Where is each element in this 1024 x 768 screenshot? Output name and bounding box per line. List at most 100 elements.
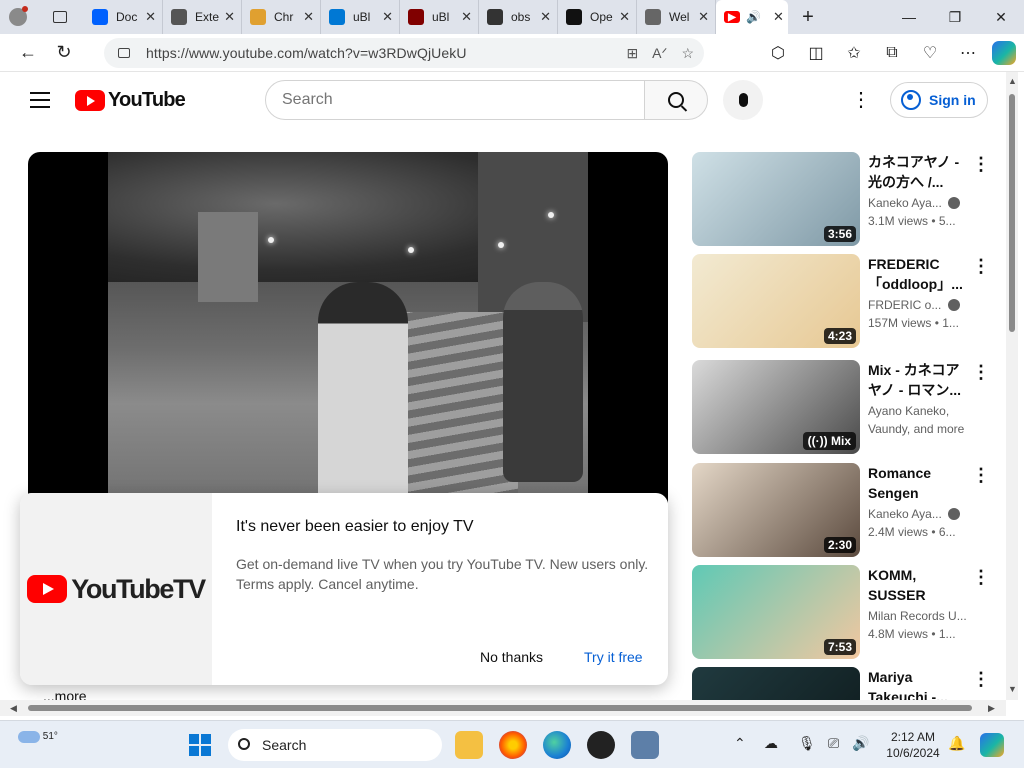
video-title[interactable]: Romance Sengen (868, 463, 968, 503)
video-title[interactable]: カネコアヤノ - 光の方へ /... (868, 152, 968, 192)
copilot-taskbar-icon[interactable] (980, 733, 1004, 757)
browser-tab[interactable]: obs ✕ (479, 0, 558, 34)
weather-widget[interactable]: 51° (18, 731, 58, 743)
network-icon[interactable]: ☁ (764, 735, 778, 752)
scroll-up-icon[interactable]: ▲ (1008, 76, 1017, 86)
read-aloud-icon[interactable]: Aᐟ (652, 45, 667, 62)
search-button[interactable] (644, 80, 708, 120)
new-tab-button[interactable]: + (788, 6, 828, 29)
remote-desktop-icon[interactable] (631, 731, 659, 759)
video-title[interactable]: Mix - カネコアヤノ - ロマン... (868, 360, 968, 400)
display-icon[interactable]: ⎚ (828, 735, 839, 752)
video-thumbnail[interactable]: 4:23 (692, 254, 860, 348)
video-player[interactable] (28, 152, 668, 512)
more-actions-icon[interactable]: ⋮ (972, 567, 990, 588)
split-screen-icon[interactable]: ◫ (802, 43, 830, 63)
close-tab-icon[interactable]: ✕ (303, 9, 314, 25)
close-tab-icon[interactable]: ✕ (540, 9, 551, 25)
search-input[interactable] (282, 91, 612, 109)
tab-title: Exte (195, 10, 220, 24)
clock[interactable]: 2:12 AM 10/6/2024 (884, 729, 942, 761)
recommendation-item[interactable]: Mariya Takeuchi -... ⋮ (692, 667, 992, 700)
channel-name[interactable]: Milan Records U... (868, 609, 968, 623)
recommendation-item[interactable]: 3:56 カネコアヤノ - 光の方へ /... Kaneko Aya... 3.1M … (692, 152, 992, 246)
minimize-button[interactable]: — (886, 0, 932, 34)
close-tab-icon[interactable]: ✕ (224, 9, 235, 25)
try-it-free-button[interactable]: Try it free (584, 649, 643, 665)
close-window-button[interactable]: ✕ (978, 0, 1024, 34)
browser-tab[interactable]: Exte ✕ (163, 0, 242, 34)
close-tab-icon[interactable]: ✕ (382, 9, 393, 25)
profile-button[interactable] (0, 0, 36, 34)
recommendation-item[interactable]: ((·)) Mix Mix - カネコアヤノ - ロマン... Ayano Kane… (692, 360, 992, 454)
url-text[interactable]: https://www.youtube.com/watch?v=w3RDwQjU… (146, 45, 467, 61)
more-actions-icon[interactable]: ⋮ (972, 256, 990, 277)
video-title[interactable]: Mariya Takeuchi -... (868, 667, 968, 700)
volume-icon[interactable]: 🔊 (852, 735, 869, 752)
recommendation-item[interactable]: 4:23 FREDERIC 「oddloop」... FRDERIC o... 157… (692, 254, 992, 348)
video-thumbnail[interactable] (692, 667, 860, 700)
favorites-icon[interactable]: ✩ (840, 43, 868, 63)
notifications-icon[interactable]: 🔔 (948, 735, 965, 752)
video-thumbnail[interactable]: 7:53 (692, 565, 860, 659)
browser-tab[interactable]: Wel ✕ (637, 0, 716, 34)
recommendation-item[interactable]: 7:53 KOMM, SUSSER TOD... Milan Records U..… (692, 565, 992, 659)
browser-tab[interactable]: Ope ✕ (558, 0, 637, 34)
browser-tab[interactable]: Chr ✕ (242, 0, 321, 34)
settings-more-icon[interactable]: ⋯ (954, 43, 982, 63)
channel-name[interactable]: Ayano Kaneko, (868, 404, 968, 418)
obs-icon[interactable] (587, 731, 615, 759)
horizontal-scrollbar[interactable]: ◀ ▶ (0, 700, 1006, 716)
video-thumbnail[interactable]: 2:30 (692, 463, 860, 557)
close-tab-icon[interactable]: ✕ (461, 9, 472, 25)
collections-icon[interactable]: ⧉ (878, 44, 906, 62)
browser-tab[interactable]: Doc ✕ (84, 0, 163, 34)
show-hidden-icons[interactable]: ⌃ (734, 735, 746, 752)
video-thumbnail[interactable]: ((·)) Mix (692, 360, 860, 454)
recommendation-item[interactable]: 2:30 Romance Sengen Kaneko Aya... 2.4M view… (692, 463, 992, 557)
tab-youtube-active[interactable]: ▶ 🔊 ✕ (716, 0, 788, 34)
close-tab-icon[interactable]: ✕ (145, 9, 156, 25)
vertical-scroll-thumb[interactable] (1009, 94, 1015, 332)
file-explorer-icon[interactable] (455, 731, 483, 759)
app-available-icon[interactable]: ⊞ (626, 45, 638, 62)
no-thanks-button[interactable]: No thanks (480, 649, 543, 665)
sign-in-button[interactable]: Sign in (890, 82, 988, 118)
firefox-icon[interactable] (499, 731, 527, 759)
more-actions-icon[interactable]: ⋮ (972, 154, 990, 175)
scroll-left-icon[interactable]: ◀ (10, 703, 17, 714)
address-bar[interactable]: https://www.youtube.com/watch?v=w3RDwQjU… (104, 38, 704, 68)
settings-menu-button[interactable]: ⋮ (851, 90, 871, 110)
more-actions-icon[interactable]: ⋮ (972, 465, 990, 486)
browser-tab[interactable]: uBl ✕ (321, 0, 400, 34)
start-button[interactable] (189, 734, 211, 756)
speaker-icon[interactable]: 🔊 (746, 10, 761, 24)
close-tab-icon[interactable]: ✕ (698, 9, 709, 25)
browser-essentials-icon[interactable]: ♡ (916, 43, 944, 63)
copilot-icon[interactable] (992, 41, 1016, 65)
close-tab-icon[interactable]: ✕ (773, 9, 784, 25)
extensions-icon[interactable]: ⬡ (764, 43, 792, 63)
restore-button[interactable]: ❐ (932, 0, 978, 34)
close-tab-icon[interactable]: ✕ (619, 9, 630, 25)
scroll-right-icon[interactable]: ▶ (988, 703, 995, 714)
browser-tab[interactable]: uBl ✕ (400, 0, 479, 34)
horizontal-scroll-thumb[interactable] (28, 705, 972, 711)
tab-actions-button[interactable] (36, 0, 84, 34)
vertical-scrollbar[interactable]: ▲ ▼ (1006, 72, 1018, 700)
favorite-star-icon[interactable]: ☆ (681, 45, 694, 62)
more-actions-icon[interactable]: ⋮ (972, 669, 990, 690)
microphone-tray-icon[interactable]: 🎙 (798, 735, 816, 752)
refresh-button[interactable]: ↻ (46, 37, 82, 69)
youtube-logo[interactable]: YouTube (75, 89, 186, 112)
video-title[interactable]: FREDERIC 「oddloop」... (868, 254, 968, 294)
scroll-down-icon[interactable]: ▼ (1008, 684, 1017, 694)
menu-icon[interactable] (30, 92, 50, 113)
video-title[interactable]: KOMM, SUSSER TOD... (868, 565, 968, 605)
video-thumbnail[interactable]: 3:56 (692, 152, 860, 246)
voice-search-button[interactable] (723, 80, 763, 120)
edge-icon[interactable] (543, 731, 571, 759)
taskbar-search[interactable]: Search (228, 729, 442, 761)
back-button[interactable]: ← (10, 37, 46, 69)
more-actions-icon[interactable]: ⋮ (972, 362, 990, 383)
